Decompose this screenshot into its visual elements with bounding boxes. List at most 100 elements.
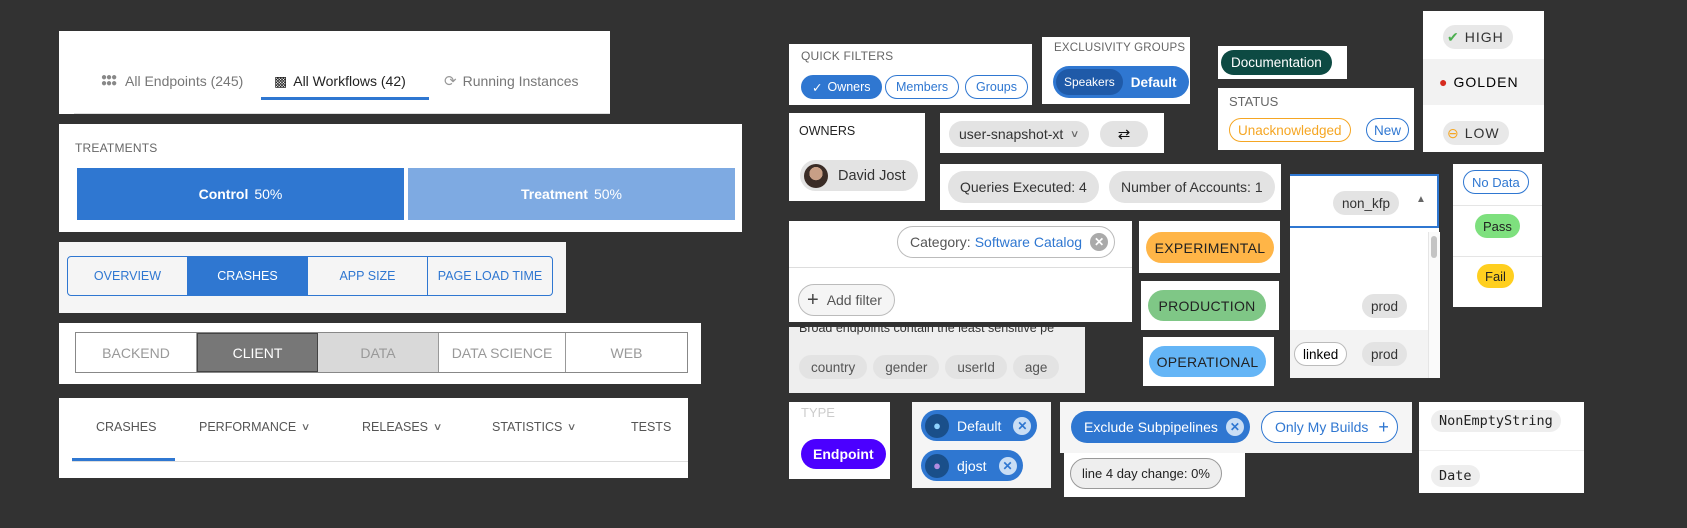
chevron-down-icon: ∨ [1070,128,1080,140]
remove-chip-icon[interactable]: ✕ [1013,416,1032,435]
tag-chip: prod [1362,294,1408,318]
segment-backend[interactable]: BACKEND [76,333,197,372]
chili-pepper-icon: ● [1439,74,1449,90]
accounts-count-badge: Number of Accounts: 1 [1109,171,1275,203]
status-new-badge[interactable]: New [1366,118,1410,142]
segment-app-size[interactable]: APP SIZE [308,257,428,295]
segment-web[interactable]: WEB [566,333,687,372]
segment-overview[interactable]: OVERVIEW [68,257,188,295]
selected-tag-chip[interactable]: non_kfp [1333,191,1400,215]
swap-button[interactable]: ⇄ [1100,121,1148,147]
remove-chip-icon[interactable]: ✕ [998,456,1017,475]
types-card: NonEmptyString Date [1419,402,1584,493]
documentation-badge: Documentation [1221,50,1332,75]
status-card: STATUS Unacknowledged New [1218,88,1414,150]
team-segmented-card: BACKEND CLIENT DATA DATA SCIENCE WEB [59,323,701,384]
dropdown-input[interactable]: non_kfp ▲ [1290,174,1439,228]
user-chip-default[interactable]: ● Default ✕ [921,410,1038,441]
nav-tab-tests[interactable]: TESTS [631,420,671,434]
option-speakers[interactable]: Speakers [1056,69,1123,95]
add-filter-button[interactable]: + Add filter [798,284,895,316]
pass-badge: Pass [1475,214,1520,238]
spinner-icon: ⟳ [444,73,457,90]
divider [789,267,1132,268]
queries-executed-badge: Queries Executed: 4 [948,171,1099,203]
level-golden-badge: ● GOLDEN [1439,74,1519,90]
segment-client[interactable]: CLIENT [197,333,318,372]
type-row: Date [1419,450,1584,493]
caret-up-icon[interactable]: ▲ [1416,194,1426,205]
treatment-control-segment[interactable]: Control 50% [77,168,404,220]
level-high-badge: ✔ HIGH [1443,25,1513,49]
segment-page-load-time[interactable]: PAGE LOAD TIME [428,257,552,295]
owners-card: OWNERS David Jost [789,113,925,201]
check-circle-icon: ✔ [1447,28,1460,45]
exclude-subpipelines-chip[interactable]: Exclude Subpipelines ✕ [1071,411,1250,443]
option-default[interactable]: Default [1123,75,1187,90]
filter-card: Category: Software Catalog ✕ + Add filter [789,221,1132,322]
dropdown-option[interactable]: prod [1290,232,1428,329]
queries-card: Queries Executed: 4 Number of Accounts: … [940,164,1281,210]
nav-tab-releases[interactable]: RELEASES ∨ [362,420,443,434]
type-card: TYPE Endpoint [789,402,890,479]
segment-crashes[interactable]: CRASHES [188,257,308,295]
operational-badge: OPERATIONAL [1149,346,1266,377]
dropdown-option[interactable]: linked prod [1290,330,1428,378]
check-results-card: No Data Pass Fail [1453,164,1542,307]
chevron-down-icon: ∨ [432,421,443,433]
tag-chip: linked [1294,342,1348,366]
type-chip: Date [1431,465,1480,487]
owner-chip[interactable]: David Jost [800,160,918,191]
category-filter-chip[interactable]: Category: Software Catalog ✕ [897,226,1116,258]
plus-icon: + [807,288,819,311]
nav-tab-performance[interactable]: PERFORMANCE ∨ [199,420,311,434]
owners-label: OWNERS [799,124,856,138]
level-golden-row: ● GOLDEN [1423,59,1544,105]
metrics-segmented-control: OVERVIEW CRASHES APP SIZE PAGE LOAD TIME [67,256,553,296]
tab-all-endpoints[interactable]: ●●● ●●● All Endpoints (245) [101,66,243,96]
filter-members-chip[interactable]: Members [885,75,960,99]
pipeline-filters-card: Exclude Subpipelines ✕ Only My Builds + [1060,402,1412,453]
type-endpoint-badge: Endpoint [801,439,886,469]
only-my-builds-chip[interactable]: Only My Builds + [1261,411,1398,443]
change-badge: line 4 day change: 0% [1070,458,1222,489]
experimental-card: EXPERIMENTAL [1139,221,1280,273]
scrollbar[interactable] [1428,232,1440,378]
quick-filters-label: QUICK FILTERS [801,49,894,63]
nav-tab-crashes[interactable]: CRASHES [96,420,156,434]
remove-chip-icon[interactable]: ✕ [1225,418,1244,436]
status-unacknowledged-badge[interactable]: Unacknowledged [1229,118,1351,142]
user-chip-djost[interactable]: ● djost ✕ [921,450,1023,481]
tab-all-workflows[interactable]: ▩ All Workflows (42) [274,66,406,96]
dropdown-menu: prod linked prod [1290,232,1440,378]
segment-data[interactable]: DATA [318,333,439,372]
snapshot-card: user-snapshot-xt ∨ ⇄ [940,113,1164,153]
grid-dots-icon: ●●● ●●● [101,72,117,89]
snapshot-select[interactable]: user-snapshot-xt ∨ [949,121,1089,147]
filter-owners-chip[interactable]: ✓ Owners [801,75,882,99]
tag-chip: prod [1362,342,1408,366]
avatar [804,163,828,188]
production-badge: PRODUCTION [1148,290,1266,321]
divider [1453,256,1542,257]
scrollbar-thumb[interactable] [1431,236,1437,258]
active-tab-indicator [261,97,429,100]
type-label: TYPE [801,405,835,420]
type-chip: NonEmptyString [1431,410,1561,432]
treatment-variant-segment[interactable]: Treatment 50% [408,168,735,220]
tag-dropdown: non_kfp ▲ prod linked prod [1290,174,1440,378]
quick-filters-card: QUICK FILTERS ✓ Owners Members Groups [789,44,1032,105]
whale-emoji-icon: ● [925,413,949,438]
tab-running-instances[interactable]: ⟳ Running Instances [444,66,579,96]
exclusivity-groups-card: EXCLUSIVITY GROUPS Speakers Default [1042,37,1190,104]
segment-data-science[interactable]: DATA SCIENCE [439,333,566,372]
filter-groups-chip[interactable]: Groups [965,75,1028,99]
field-chip: age [1012,355,1060,379]
remove-filter-icon[interactable]: ✕ [1090,233,1109,251]
operational-card: OPERATIONAL [1143,337,1274,386]
production-card: PRODUCTION [1141,281,1279,330]
alien-emoji-icon: ● [925,453,949,478]
change-card: line 4 day change: 0% [1064,453,1245,497]
status-label: STATUS [1229,94,1279,109]
nav-tab-statistics[interactable]: STATISTICS ∨ [492,420,577,434]
